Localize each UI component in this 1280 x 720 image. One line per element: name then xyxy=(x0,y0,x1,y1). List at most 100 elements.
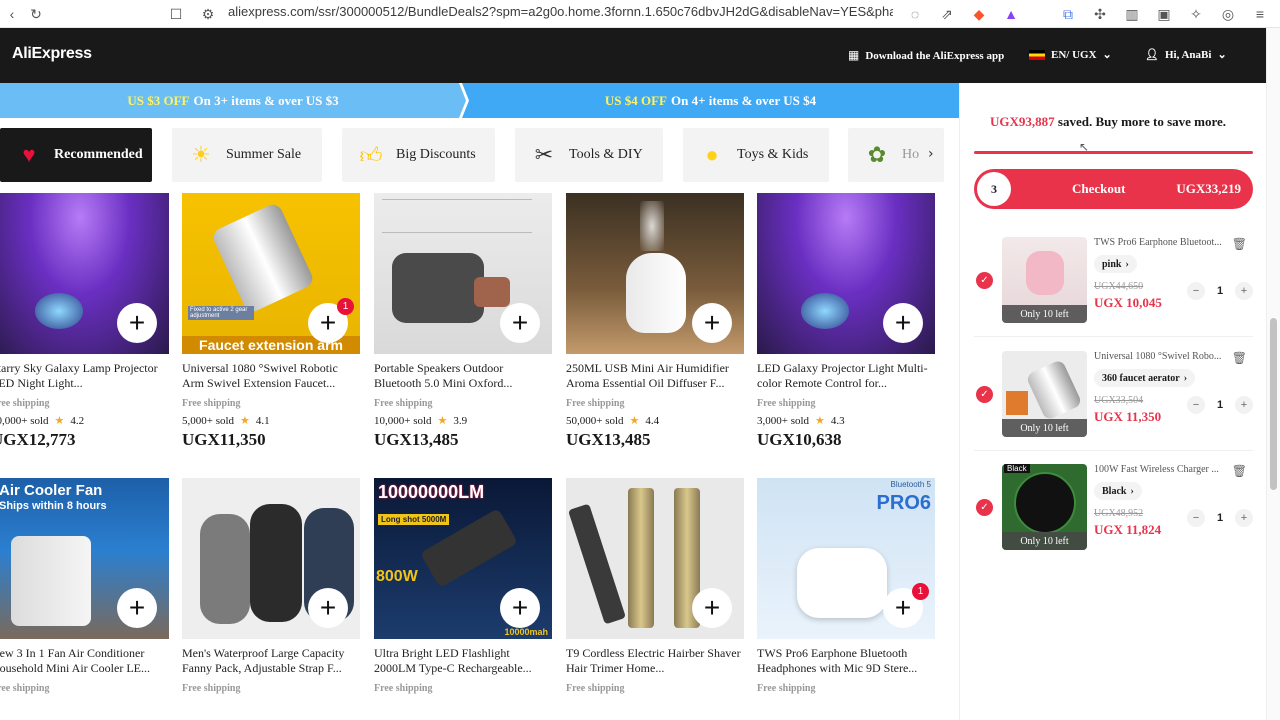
add-to-cart-button[interactable]: + xyxy=(117,303,157,343)
product-image[interactable]: + xyxy=(757,193,935,354)
product-image[interactable]: Air Cooler Fan Ships within 8 hours + xyxy=(0,478,169,639)
increase-button[interactable]: + xyxy=(1235,509,1253,527)
address-bar[interactable]: aliexpress.com/ssr/300000512/BundleDeals… xyxy=(228,4,893,19)
plant-icon: ✿ xyxy=(867,142,887,167)
product-card[interactable]: Bluetooth 5 PRO6 + 1 TWS Pro6 Earphone B… xyxy=(757,478,935,694)
product-title[interactable]: TWS Pro6 Earphone Bluetooth Headphones w… xyxy=(757,646,935,676)
category-tab-tools-diy[interactable]: ✂ Tools & DIY xyxy=(515,128,663,182)
checkbox-checked-icon[interactable]: ✓ xyxy=(976,386,993,403)
heart-icon: ♥ xyxy=(22,142,36,167)
page-scrollbar[interactable] xyxy=(1266,28,1280,720)
product-title[interactable]: New 3 In 1 Fan Air Conditioner Household… xyxy=(0,646,169,676)
brave-shield-icon[interactable]: ◆ xyxy=(969,4,989,24)
product-title[interactable]: 250ML USB Mini Air Humidifier Aroma Esse… xyxy=(566,361,744,391)
locale-selector[interactable]: EN/ UGX ⌄ xyxy=(1029,48,1112,61)
add-to-cart-button[interactable]: + xyxy=(692,303,732,343)
menu-icon[interactable]: ≡ xyxy=(1250,4,1270,24)
cart-item-title[interactable]: Universal 1080 °Swivel Robo... xyxy=(1094,351,1234,362)
quantity-value[interactable]: 1 xyxy=(1211,399,1229,411)
cart-item-title[interactable]: 100W Fast Wireless Charger ... xyxy=(1094,464,1234,475)
add-to-cart-button[interactable]: + xyxy=(308,588,348,628)
trash-icon[interactable]: 🗑︎ xyxy=(1232,351,1247,365)
decrease-button[interactable]: − xyxy=(1187,509,1205,527)
product-card[interactable]: Fixed to active 2 gear adjustment Faucet… xyxy=(182,193,360,450)
category-tab-recommended[interactable]: ♥ Recommended xyxy=(0,128,152,182)
product-image[interactable]: + xyxy=(0,193,169,354)
product-title[interactable]: Starry Sky Galaxy Lamp Projector LED Nig… xyxy=(0,361,169,391)
decrease-button[interactable]: − xyxy=(1187,396,1205,414)
download-app-link[interactable]: ▦ Download the AliExpress app xyxy=(848,48,1004,63)
cart-quantity-badge: 1 xyxy=(912,583,929,600)
trash-icon[interactable]: 🗑︎ xyxy=(1232,464,1247,478)
product-title[interactable]: Ultra Bright LED Flashlight 2000LM Type-… xyxy=(374,646,552,676)
product-card[interactable]: + T9 Cordless Electric Hairber Shaver Ha… xyxy=(566,478,744,694)
thumbs-up-icon: 👍︎ xyxy=(359,142,383,168)
product-card[interactable]: + Men's Waterproof Large Capacity Fanny … xyxy=(182,478,360,694)
rewards-icon[interactable]: ▲ xyxy=(1001,4,1021,24)
category-tab-summer-sale[interactable]: ☀ Summer Sale xyxy=(172,128,322,182)
variant-selector[interactable]: pink › xyxy=(1094,255,1137,273)
product-card[interactable]: + 250ML USB Mini Air Humidifier Aroma Es… xyxy=(566,193,744,450)
pliers-icon: ✂ xyxy=(534,142,554,167)
extensions-icon[interactable]: ✣ xyxy=(1090,4,1110,24)
increase-button[interactable]: + xyxy=(1235,396,1253,414)
product-title[interactable]: T9 Cordless Electric Hairber Shaver Hair… xyxy=(566,646,744,676)
product-card[interactable]: + LED Galaxy Projector Light Multi-color… xyxy=(757,193,935,450)
checkbox-checked-icon[interactable]: ✓ xyxy=(976,499,993,516)
checkbox-checked-icon[interactable]: ✓ xyxy=(976,272,993,289)
reload-icon[interactable]: ↻ xyxy=(26,4,46,24)
add-to-cart-button[interactable]: + xyxy=(117,588,157,628)
product-image[interactable]: Bluetooth 5 PRO6 + 1 xyxy=(757,478,935,639)
aliexpress-logo[interactable]: AliExpress xyxy=(12,45,92,63)
quantity-value[interactable]: 1 xyxy=(1211,512,1229,524)
product-title[interactable]: Men's Waterproof Large Capacity Fanny Pa… xyxy=(182,646,360,676)
site-settings-icon[interactable]: ⚙ xyxy=(198,4,218,24)
add-to-cart-button[interactable]: + xyxy=(692,588,732,628)
cart-item-image[interactable]: Only 10 left xyxy=(1002,237,1087,323)
sidebar-icon[interactable]: ▥ xyxy=(1122,4,1142,24)
product-card[interactable]: 10000000LM Long shot 5000M 800W 10000mah… xyxy=(374,478,552,694)
star-icon: ★ xyxy=(815,415,825,427)
share-icon[interactable]: ⇗ xyxy=(937,4,957,24)
add-to-cart-button[interactable]: + xyxy=(500,588,540,628)
variant-selector[interactable]: 360 faucet aerator › xyxy=(1094,369,1196,387)
product-image[interactable]: 10000000LM Long shot 5000M 800W 10000mah… xyxy=(374,478,552,639)
increase-button[interactable]: + xyxy=(1235,282,1253,300)
decrease-button[interactable]: − xyxy=(1187,282,1205,300)
eye-off-icon[interactable]: ◌ xyxy=(905,4,925,24)
product-card[interactable]: + Portable Speakers Outdoor Bluetooth 5.… xyxy=(374,193,552,450)
checkout-button[interactable]: 3 Checkout UGX33,219 xyxy=(974,169,1253,209)
bookmark-icon[interactable]: ☐ xyxy=(166,4,186,24)
product-image[interactable]: + xyxy=(374,193,552,354)
product-title[interactable]: Portable Speakers Outdoor Bluetooth 5.0 … xyxy=(374,361,552,391)
category-tab-big-discounts[interactable]: 👍︎ Big Discounts xyxy=(342,128,495,182)
cart-item-image[interactable]: Black Only 10 left xyxy=(1002,464,1087,550)
leo-ai-icon[interactable]: ✧ xyxy=(1186,4,1206,24)
category-tab-toys-kids[interactable]: ● Toys & Kids xyxy=(683,128,829,182)
star-icon: ★ xyxy=(240,415,250,427)
variant-selector[interactable]: Black › xyxy=(1094,482,1142,500)
add-to-cart-button[interactable]: + xyxy=(500,303,540,343)
product-card[interactable]: Air Cooler Fan Ships within 8 hours + Ne… xyxy=(0,478,169,694)
account-menu[interactable]: 👤︎ Hi, AnaBi ⌄ xyxy=(1145,48,1227,62)
product-image[interactable]: Fixed to active 2 gear adjustment Faucet… xyxy=(182,193,360,354)
scrollbar-thumb[interactable] xyxy=(1270,318,1277,490)
product-card[interactable]: + Starry Sky Galaxy Lamp Projector LED N… xyxy=(0,193,169,450)
cart-item-title[interactable]: TWS Pro6 Earphone Bluetoot... xyxy=(1094,237,1234,248)
categories-next-icon[interactable]: › xyxy=(928,146,934,162)
vpn-icon[interactable]: ◎ xyxy=(1218,4,1238,24)
quantity-value[interactable]: 1 xyxy=(1211,285,1229,297)
product-title[interactable]: Universal 1080 °Swivel Robotic Arm Swive… xyxy=(182,361,360,391)
product-image[interactable]: + xyxy=(566,193,744,354)
quantity-stepper: − 1 + xyxy=(1187,509,1253,527)
wallet-icon[interactable]: ▣ xyxy=(1154,4,1174,24)
trash-icon[interactable]: 🗑︎ xyxy=(1232,237,1247,251)
cart-item-image[interactable]: Only 10 left xyxy=(1002,351,1087,437)
product-image[interactable]: + xyxy=(566,478,744,639)
translate-icon[interactable]: ⧉ xyxy=(1058,4,1078,24)
mouse-cursor-icon: ↖ xyxy=(1079,140,1090,154)
back-icon[interactable]: ‹ xyxy=(2,4,22,24)
product-image[interactable]: + xyxy=(182,478,360,639)
product-title[interactable]: LED Galaxy Projector Light Multi-color R… xyxy=(757,361,935,391)
add-to-cart-button[interactable]: + xyxy=(883,303,923,343)
